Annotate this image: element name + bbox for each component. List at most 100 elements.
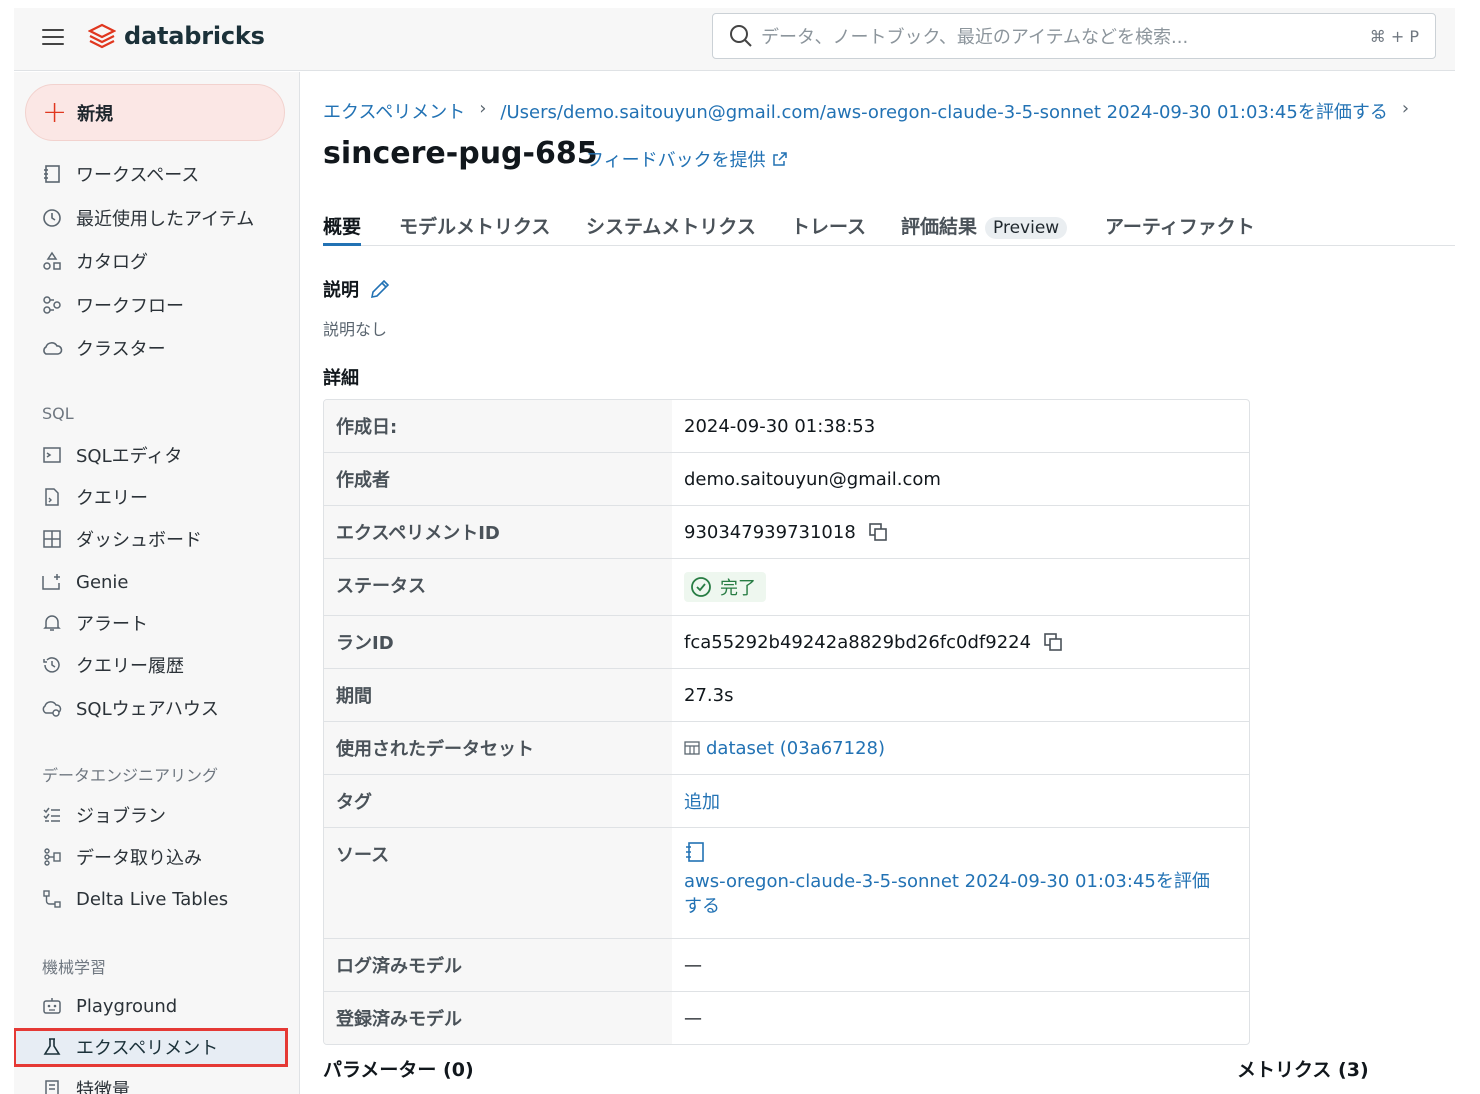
row-key: ログ済みモデル bbox=[324, 939, 672, 991]
row-key: ランID bbox=[324, 616, 672, 668]
dataset-link[interactable]: dataset (03a67128) bbox=[684, 738, 885, 759]
top-bar: databricks データ、ノートブック、最近のアイテムなどを検索... ⌘ … bbox=[14, 8, 1455, 71]
sidebar-item-sql-editor[interactable]: SQLエディタ bbox=[14, 436, 299, 474]
sidebar-item-label: SQLウェアハウス bbox=[76, 699, 219, 720]
description-text: 説明なし bbox=[323, 320, 388, 339]
external-link-icon bbox=[772, 152, 787, 166]
parameters-heading: パラメーター (0) bbox=[323, 1059, 474, 1081]
breadcrumb-experiments[interactable]: エクスペリメント bbox=[323, 98, 465, 124]
check-circle-icon bbox=[691, 577, 711, 597]
row-value: 完了 bbox=[672, 559, 1249, 615]
table-row: タグ 追加 bbox=[324, 775, 1249, 828]
sidebar-item-clusters[interactable]: クラスター bbox=[14, 329, 299, 367]
sidebar-item-experiments[interactable]: エクスペリメント bbox=[14, 1028, 299, 1066]
new-button-label: 新規 bbox=[77, 103, 114, 125]
row-value: aws-oregon-claude-3-5-sonnet 2024-09-30 … bbox=[672, 828, 1249, 938]
tab-artifacts[interactable]: アーティファクト bbox=[1105, 212, 1255, 246]
created-at-value: 2024-09-30 01:38:53 bbox=[684, 415, 876, 437]
warehouse-icon bbox=[40, 696, 64, 720]
flask-icon bbox=[40, 1035, 64, 1059]
source-link[interactable]: aws-oregon-claude-3-5-sonnet 2024-09-30 … bbox=[684, 869, 1224, 919]
sidebar-item-label: クエリー履歴 bbox=[76, 656, 184, 677]
genie-icon bbox=[40, 570, 64, 594]
description-heading-label: 説明 bbox=[323, 280, 359, 301]
sidebar-item-workspace[interactable]: ワークスペース bbox=[14, 155, 299, 193]
run-id-value: fca55292b49242a8829bd26fc0df9224 bbox=[684, 631, 1032, 653]
copy-icon[interactable] bbox=[1043, 632, 1063, 652]
row-value: fca55292b49242a8829bd26fc0df9224 bbox=[672, 616, 1249, 668]
tab-evaluation-results[interactable]: 評価結果 Preview bbox=[901, 212, 1068, 246]
pencil-icon[interactable] bbox=[369, 278, 391, 300]
row-key: 登録済みモデル bbox=[324, 992, 672, 1044]
menu-icon[interactable] bbox=[42, 26, 64, 48]
row-value: 追加 bbox=[672, 775, 1249, 827]
sidebar-item-workflows[interactable]: ワークフロー bbox=[14, 286, 299, 324]
sidebar-item-label: クラスター bbox=[76, 339, 166, 360]
table-row: エクスペリメントID 930347939731018 bbox=[324, 506, 1249, 559]
row-key: ソース bbox=[324, 828, 672, 938]
table-row: 作成日: 2024-09-30 01:38:53 bbox=[324, 400, 1249, 453]
databricks-logo[interactable]: databricks bbox=[88, 22, 265, 50]
tab-system-metrics[interactable]: システムメトリクス bbox=[586, 212, 756, 246]
sidebar-item-label: Delta Live Tables bbox=[76, 888, 229, 910]
main-content: エクスペリメント › /Users/demo.saitouyun@gmail.c… bbox=[301, 72, 1480, 1094]
sidebar-item-playground[interactable]: Playground bbox=[14, 987, 299, 1025]
breadcrumb-experiment-path[interactable]: /Users/demo.saitouyun@gmail.com/aws-oreg… bbox=[500, 98, 1387, 124]
sidebar-item-query-history[interactable]: クエリー履歴 bbox=[14, 646, 299, 684]
tab-label: 評価結果 bbox=[901, 216, 978, 238]
row-value: demo.saitouyun@gmail.com bbox=[672, 453, 1249, 505]
sidebar-item-label: 特徴量 bbox=[76, 1080, 130, 1094]
tab-overview[interactable]: 概要 bbox=[323, 212, 362, 246]
workflow-icon bbox=[40, 293, 64, 317]
sidebar-item-label: SQLエディタ bbox=[76, 446, 183, 467]
sidebar-item-data-ingestion[interactable]: データ取り込み bbox=[14, 838, 299, 876]
tab-traces[interactable]: トレース bbox=[791, 212, 866, 246]
sidebar-item-job-runs[interactable]: ジョブラン bbox=[14, 796, 299, 834]
row-value: 2024-09-30 01:38:53 bbox=[672, 400, 1249, 452]
feedback-link[interactable]: フィードバックを提供 bbox=[586, 146, 788, 172]
plus-icon: + bbox=[42, 94, 68, 130]
chevron-right-icon: › bbox=[479, 98, 487, 119]
row-key: 期間 bbox=[324, 669, 672, 721]
sidebar-item-label: カタログ bbox=[76, 252, 148, 273]
row-key: 作成日: bbox=[324, 400, 672, 452]
sidebar-item-recents[interactable]: 最近使用したアイテム bbox=[14, 199, 299, 237]
brand-name: databricks bbox=[124, 22, 265, 50]
metrics-heading: メトリクス (3) bbox=[1237, 1059, 1369, 1081]
details-table: 作成日: 2024-09-30 01:38:53 作成者 demo.saitou… bbox=[323, 399, 1250, 1045]
sidebar-item-queries[interactable]: クエリー bbox=[14, 478, 299, 516]
history-icon bbox=[40, 653, 64, 677]
details-heading: 詳細 bbox=[323, 368, 359, 389]
sidebar-item-label: エクスペリメント bbox=[76, 1038, 219, 1059]
catalog-icon bbox=[40, 249, 64, 273]
tab-model-metrics[interactable]: モデルメトリクス bbox=[399, 212, 550, 246]
sidebar-item-genie[interactable]: Genie bbox=[14, 563, 299, 601]
copy-icon[interactable] bbox=[868, 522, 888, 542]
duration-value: 27.3s bbox=[684, 684, 734, 706]
page-title: sincere-pug-685 bbox=[323, 136, 598, 171]
row-value: dataset (03a67128) bbox=[672, 722, 1249, 774]
sidebar-item-dashboards[interactable]: ダッシュボード bbox=[14, 520, 299, 558]
row-key: エクスペリメントID bbox=[324, 506, 672, 558]
row-value: — bbox=[672, 939, 1249, 991]
add-tag-link[interactable]: 追加 bbox=[684, 788, 720, 814]
job-runs-icon bbox=[40, 803, 64, 827]
sidebar-item-catalog[interactable]: カタログ bbox=[14, 242, 299, 280]
notebook-icon bbox=[686, 842, 704, 862]
chevron-right-icon: › bbox=[1401, 98, 1410, 119]
new-button[interactable]: + 新規 bbox=[25, 84, 285, 141]
search-placeholder: データ、ノートブック、最近のアイテムなどを検索... bbox=[761, 27, 1189, 48]
table-row: ステータス 完了 bbox=[324, 559, 1249, 616]
sidebar-item-features[interactable]: 特徴量 bbox=[14, 1070, 299, 1094]
sidebar-item-alerts[interactable]: アラート bbox=[14, 604, 299, 642]
status-label: 完了 bbox=[720, 578, 756, 599]
table-row: 使用されたデータセット dataset (03a67128) bbox=[324, 722, 1249, 775]
section-sql: SQL bbox=[42, 404, 74, 423]
dataset-label: dataset (03a67128) bbox=[706, 737, 886, 759]
sidebar-item-delta-live-tables[interactable]: Delta Live Tables bbox=[14, 880, 299, 918]
description-heading: 説明 bbox=[323, 276, 391, 302]
search-input[interactable]: データ、ノートブック、最近のアイテムなどを検索... ⌘ + P bbox=[712, 13, 1436, 59]
sidebar-item-sql-warehouses[interactable]: SQLウェアハウス bbox=[14, 689, 299, 727]
features-icon bbox=[40, 1077, 64, 1094]
sidebar-item-label: ワークスペース bbox=[76, 165, 200, 186]
